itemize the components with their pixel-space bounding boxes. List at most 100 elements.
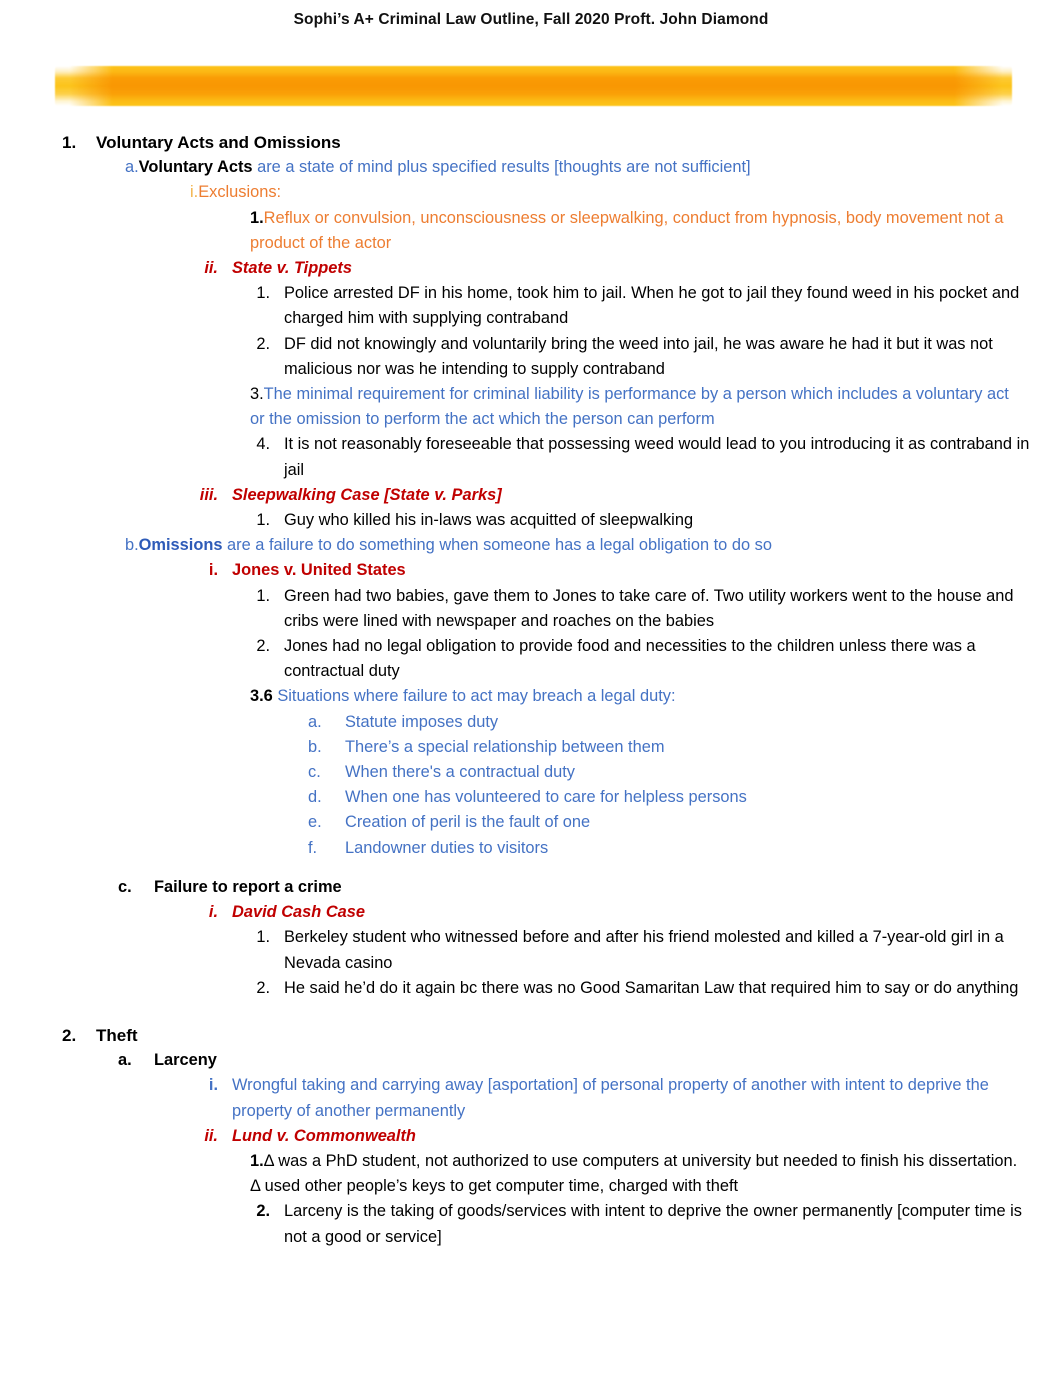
outline-item-duty-f: f. Landowner duties to visitors — [308, 836, 1042, 861]
outline-item-label: Voluntary Acts and Omissions — [96, 133, 341, 152]
list-marker: c. — [118, 877, 132, 896]
outline-item-label: 1.Reflux or convulsion, unconsciousness … — [250, 206, 1025, 256]
list-marker: iii. — [199, 485, 218, 504]
outline-item-label: Larceny — [154, 1051, 217, 1070]
list-marker: 1. — [256, 284, 270, 303]
list-marker: ii. — [204, 259, 218, 278]
list-marker: a. — [118, 1051, 132, 1070]
outline-item-duty-e: e. Creation of peril is the fault of one — [308, 810, 1042, 835]
case-name: Jones v. United States — [232, 561, 406, 580]
outline-item-exclusions: i.Exclusions: — [190, 180, 1042, 205]
outline-item-case-state-v-tippets: ii. State v. Tippets — [178, 256, 1042, 281]
list-marker: c. — [308, 763, 321, 782]
outline-item-larceny-definition: i. Wrongful taking and carrying away [as… — [178, 1073, 1042, 1123]
case-point-text: Guy who killed his in-laws was acquitted… — [284, 511, 694, 530]
header-highlight-banner — [55, 66, 1012, 106]
outline-item-label: i.Exclusions: — [190, 180, 1000, 205]
list-marker: 1. — [250, 1151, 264, 1170]
outline-item-case-point: 2. Jones had no legal obligation to prov… — [248, 634, 1042, 684]
outline-item-case-point: 1. Police arrested DF in his home, took … — [248, 281, 1042, 331]
definition-text: are a failure to do something when someo… — [222, 536, 772, 555]
outline-item-label: Theft — [96, 1025, 138, 1045]
case-point-text: He said he’d do it again bc there was no… — [284, 978, 1019, 997]
outline-item-duty-c: c. When there's a contractual duty — [308, 760, 1042, 785]
legal-duty-intro-text: Situations where failure to act may brea… — [277, 687, 676, 706]
outline-item-label: 1.Δ was a PhD student, not authorized to… — [250, 1149, 1025, 1199]
outline-item-exclusion-detail: 1.Reflux or convulsion, unconsciousness … — [250, 206, 1042, 256]
case-name: Sleepwalking Case [State v. Parks] — [232, 485, 502, 504]
duty-text: Landowner duties to visitors — [345, 838, 549, 857]
case-point-text: DF did not knowingly and voluntarily bri… — [284, 334, 993, 378]
case-point-text: Green had two babies, gave them to Jones… — [284, 586, 1014, 630]
list-marker: 2. — [62, 1025, 77, 1045]
outline-item-duty-b: b. There’s a special relationship betwee… — [308, 735, 1042, 760]
list-marker: 2. — [256, 637, 270, 656]
list-marker: 4. — [256, 435, 270, 454]
list-marker: i. — [208, 561, 218, 580]
term-voluntary-acts: Voluntary Acts — [138, 158, 253, 177]
case-name: David Cash Case — [232, 903, 366, 922]
outline-item-case-jones-v-united-states: i. Jones v. United States — [178, 558, 1042, 583]
document-page: Sophi’s A+ Criminal Law Outline, Fall 20… — [0, 0, 1062, 1377]
case-point-text: The minimal requirement for criminal lia… — [250, 385, 1009, 429]
list-marker: a. — [308, 712, 322, 731]
outline-item-omissions: b.Omissions are a failure to do somethin… — [125, 533, 1042, 558]
outline-item-case-point: 1. Green had two babies, gave them to Jo… — [248, 584, 1042, 634]
case-point-text: Berkeley student who witnessed before an… — [284, 928, 1004, 972]
list-marker: a. — [125, 158, 139, 177]
outline-item-case-lund-v-commonwealth: ii. Lund v. Commonwealth — [178, 1124, 1042, 1149]
list-marker: f. — [308, 838, 318, 857]
outline-item-label: Failure to report a crime — [154, 877, 342, 896]
list-marker: d. — [308, 788, 322, 807]
case-point-text: Jones had no legal obligation to provide… — [284, 637, 976, 681]
list-marker: 1. — [250, 208, 264, 227]
definition-text: Wrongful taking and carrying away [aspor… — [232, 1076, 989, 1120]
outline-item-label: 3.The minimal requirement for criminal l… — [250, 382, 1025, 432]
outline-item-case-point: 1.Δ was a PhD student, not authorized to… — [250, 1149, 1042, 1199]
list-marker: 1. — [62, 133, 77, 152]
list-marker: i. — [208, 903, 218, 922]
list-marker: 3.6 — [250, 687, 273, 706]
outline-item-larceny: a. Larceny — [118, 1048, 1042, 1073]
outline-item-voluntary-acts: a.Voluntary Acts are a state of mind plu… — [125, 155, 1042, 180]
outline-body: 1. Voluntary Acts and Omissions a.Volunt… — [0, 130, 1062, 1250]
list-marker: 1. — [256, 928, 270, 947]
outline-item-case-point: 2. DF did not knowingly and voluntarily … — [248, 332, 1042, 382]
outline-item-failure-to-report-a-crime: c. Failure to report a crime — [118, 875, 1042, 900]
duty-text: Statute imposes duty — [345, 712, 499, 731]
list-marker: 3. — [250, 385, 264, 404]
case-point-text: Δ was a PhD student, not authorized to u… — [250, 1151, 1018, 1196]
outline-item-theft: 2. Theft — [62, 1023, 1042, 1048]
outline-item-case-point: 4. It is not reasonably foreseeable that… — [248, 432, 1042, 482]
outline-item-duty-a: a. Statute imposes duty — [308, 710, 1042, 735]
outline-item-label: b.Omissions are a failure to do somethin… — [125, 533, 985, 558]
document-header: Sophi’s A+ Criminal Law Outline, Fall 20… — [0, 0, 1062, 122]
outline-item-legal-duty-intro: 3.6 Situations where failure to act may … — [250, 684, 1042, 709]
duty-text: There’s a special relationship between t… — [345, 737, 665, 756]
outline-item-case-david-cash: i. David Cash Case — [178, 900, 1042, 925]
case-point-text: It is not reasonably foreseeable that po… — [284, 435, 1030, 479]
case-point-text: Larceny is the taking of goods/services … — [284, 1202, 1022, 1246]
list-marker: b. — [308, 737, 322, 756]
case-name: State v. Tippets — [232, 259, 352, 278]
outline-item-case-point: 3.The minimal requirement for criminal l… — [250, 382, 1042, 432]
duty-text: Creation of peril is the fault of one — [345, 813, 591, 832]
outline-item-label: a.Voluntary Acts are a state of mind plu… — [125, 155, 985, 180]
list-marker: b. — [125, 536, 139, 555]
exclusions-label: Exclusions: — [198, 183, 282, 202]
list-marker: ii. — [204, 1126, 218, 1145]
list-marker: i. — [190, 183, 199, 202]
case-point-text: Police arrested DF in his home, took him… — [284, 284, 1020, 328]
outline-item-case-point: 2. He said he’d do it again bc there was… — [248, 976, 1042, 1001]
duty-text: When one has volunteered to care for hel… — [345, 788, 747, 807]
exclusion-text: Reflux or convulsion, unconsciousness or… — [250, 208, 1004, 252]
definition-text: are a state of mind plus specified resul… — [252, 158, 751, 177]
list-marker: 1. — [256, 511, 270, 530]
term-omissions: Omissions — [138, 536, 223, 555]
list-marker: 2. — [256, 1202, 270, 1221]
outline-item-case-sleepwalking: iii. Sleepwalking Case [State v. Parks] — [178, 483, 1042, 508]
page-title: Sophi’s A+ Criminal Law Outline, Fall 20… — [293, 11, 769, 28]
outline-item-case-point: 1. Guy who killed his in-laws was acquit… — [248, 508, 1042, 533]
